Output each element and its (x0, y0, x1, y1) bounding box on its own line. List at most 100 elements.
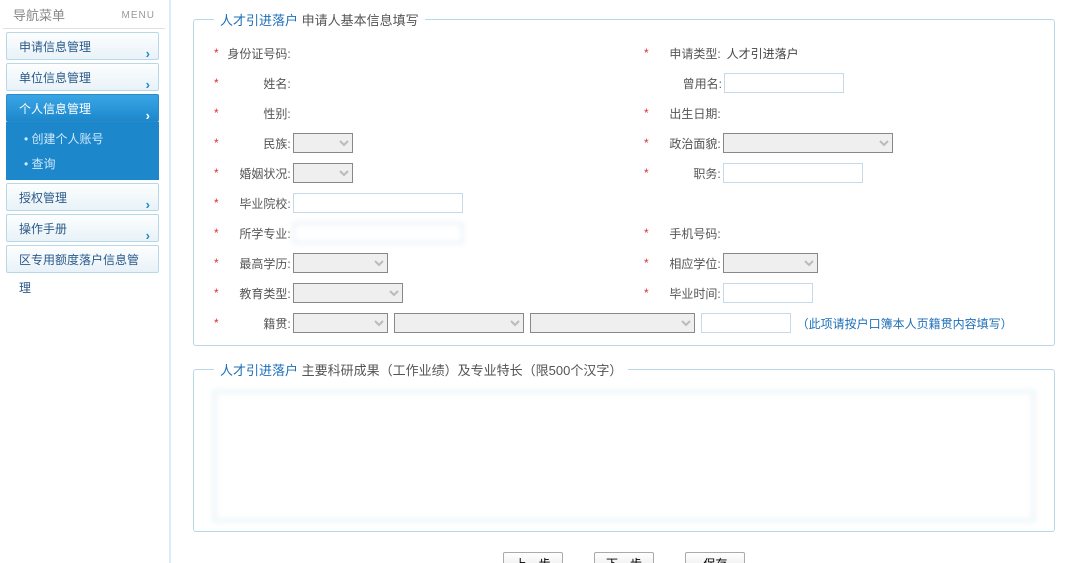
legend-lead: 人才引进落户 (220, 363, 298, 378)
origin-label: 籍贯: (221, 315, 293, 332)
required-star: * (214, 76, 219, 90)
origin-detail-input[interactable] (701, 313, 791, 333)
submenu: 创建个人账号 查询 (6, 122, 159, 180)
sidebar-item-label: 单位信息管理 (19, 71, 91, 85)
field-degree: * 相应学位: (644, 251, 1034, 275)
name-label: 姓名: (221, 75, 293, 92)
marital-label: 婚姻状况: (221, 165, 293, 182)
job-label: 职务: (651, 165, 723, 182)
field-politics: * 政治面貌: (644, 131, 1034, 155)
sidebar-item-label: 申请信息管理 (19, 40, 91, 54)
school-label: 毕业院校: (221, 195, 293, 212)
sidebar-item-auth[interactable]: 授权管理 › (6, 183, 159, 211)
sidebar-item-unit-info[interactable]: 单位信息管理 › (6, 63, 159, 91)
sidebar-item-district-quota[interactable]: 区专用额度落户信息管理 (6, 245, 159, 273)
required-star: * (214, 46, 219, 60)
legend-lead: 人才引进落户 (220, 13, 298, 28)
birth-label: 出生日期: (651, 105, 723, 122)
required-star: * (644, 46, 649, 60)
school-input[interactable] (293, 193, 463, 213)
ethnic-label: 民族: (221, 135, 293, 152)
field-job: * 职务: (644, 161, 1034, 185)
politics-select[interactable] (723, 133, 893, 153)
grad-date-label: 毕业时间: (651, 285, 723, 302)
edu-select[interactable] (293, 253, 388, 273)
save-button[interactable]: 保存 (685, 552, 745, 563)
required-star: * (214, 316, 219, 330)
required-star: * (214, 196, 219, 210)
basic-info-legend: 人才引进落户 申请人基本信息填写 (214, 10, 425, 29)
field-gender: * 性别: (214, 101, 644, 125)
prev-button[interactable]: 上一步 (503, 552, 563, 563)
phone-label: 手机号码: (651, 225, 723, 242)
chevron-right-icon: › (146, 102, 150, 130)
field-edu: * 最高学历: (214, 251, 644, 275)
menu-header: 导航菜单 MENU (3, 3, 165, 29)
menu-title: 导航菜单 (13, 3, 65, 28)
edu-label: 最高学历: (221, 255, 293, 272)
edu-type-label: 教育类型: (221, 285, 293, 302)
degree-label: 相应学位: (651, 255, 723, 272)
field-origin: * 籍贯: （此项请按户口簿本人页籍贯内容填写） (214, 311, 1034, 335)
sidebar-item-personal-info[interactable]: 个人信息管理 › (6, 94, 159, 122)
former-name-input[interactable] (724, 73, 844, 93)
required-star: * (644, 226, 649, 240)
field-grad-date: * 毕业时间: (644, 281, 1034, 305)
edu-type-select[interactable] (293, 283, 403, 303)
field-edu-type: * 教育类型: (214, 281, 644, 305)
sidebar-item-label: 个人信息管理 (19, 102, 91, 116)
required-star: * (214, 166, 219, 180)
next-button[interactable]: 下一步 (594, 552, 654, 563)
sidebar-item-label: 授权管理 (19, 191, 67, 205)
sidebar-item-label: 操作手册 (19, 222, 67, 236)
sidebar-item-label: 区专用额度落户信息管理 (19, 253, 139, 295)
submenu-item-create-account[interactable]: 创建个人账号 (6, 126, 159, 151)
required-star: * (214, 256, 219, 270)
job-input[interactable] (723, 163, 863, 183)
field-phone: * 手机号码: (644, 221, 1034, 245)
required-star: * (214, 286, 219, 300)
sidebar: 导航菜单 MENU 申请信息管理 › 单位信息管理 › 个人信息管理 › 创建个… (0, 0, 165, 563)
required-star: * (644, 286, 649, 300)
field-id: * 身份证号码: (214, 41, 644, 65)
apply-type-label: 申请类型: (651, 45, 723, 62)
field-major: * 所学专业: (214, 221, 644, 245)
required-star: * (214, 226, 219, 240)
field-ethnic: * 民族: (214, 131, 644, 155)
ethnic-select[interactable] (293, 133, 353, 153)
menu-title-en: MENU (122, 3, 155, 28)
origin-province-select[interactable] (293, 313, 388, 333)
button-bar: 上一步 下一步 保存 (193, 546, 1055, 563)
origin-note: （此项请按户口簿本人页籍贯内容填写） (797, 315, 1013, 332)
achievement-fieldset: 人才引进落户 主要科研成果（工作业绩）及专业特长（限500个汉字） (193, 360, 1055, 532)
major-input[interactable] (293, 223, 463, 243)
degree-select[interactable] (723, 253, 818, 273)
id-label: 身份证号码: (221, 45, 293, 62)
required-star: * (644, 166, 649, 180)
submenu-item-query[interactable]: 查询 (6, 151, 159, 176)
field-school: * 毕业院校: (214, 191, 1034, 215)
sidebar-item-apply-info[interactable]: 申请信息管理 › (6, 32, 159, 60)
basic-info-fieldset: 人才引进落户 申请人基本信息填写 * 身份证号码: * 申请类型: 人才引进落户… (193, 10, 1055, 346)
marital-select[interactable] (293, 163, 353, 183)
origin-city-select[interactable] (394, 313, 524, 333)
required-star: * (214, 136, 219, 150)
required-star: * (644, 106, 649, 120)
achievement-legend: 人才引进落户 主要科研成果（工作业绩）及专业特长（限500个汉字） (214, 360, 628, 379)
origin-district-select[interactable] (530, 313, 695, 333)
achievement-textarea[interactable] (214, 391, 1034, 521)
sidebar-item-manual[interactable]: 操作手册 › (6, 214, 159, 242)
grad-date-input[interactable] (723, 283, 813, 303)
gender-label: 性别: (221, 105, 293, 122)
politics-label: 政治面貌: (651, 135, 723, 152)
main-content: 人才引进落户 申请人基本信息填写 * 身份证号码: * 申请类型: 人才引进落户… (171, 0, 1080, 563)
major-label: 所学专业: (221, 225, 293, 242)
required-star: * (644, 256, 649, 270)
apply-type-value: 人才引进落户 (723, 45, 799, 62)
field-name: * 姓名: (214, 71, 644, 95)
field-former-name: 曾用名: (644, 71, 1034, 95)
required-star: * (214, 106, 219, 120)
legend-title: 申请人基本信息填写 (302, 13, 419, 28)
field-apply-type: * 申请类型: 人才引进落户 (644, 41, 1034, 65)
former-name-label: 曾用名: (652, 75, 724, 92)
